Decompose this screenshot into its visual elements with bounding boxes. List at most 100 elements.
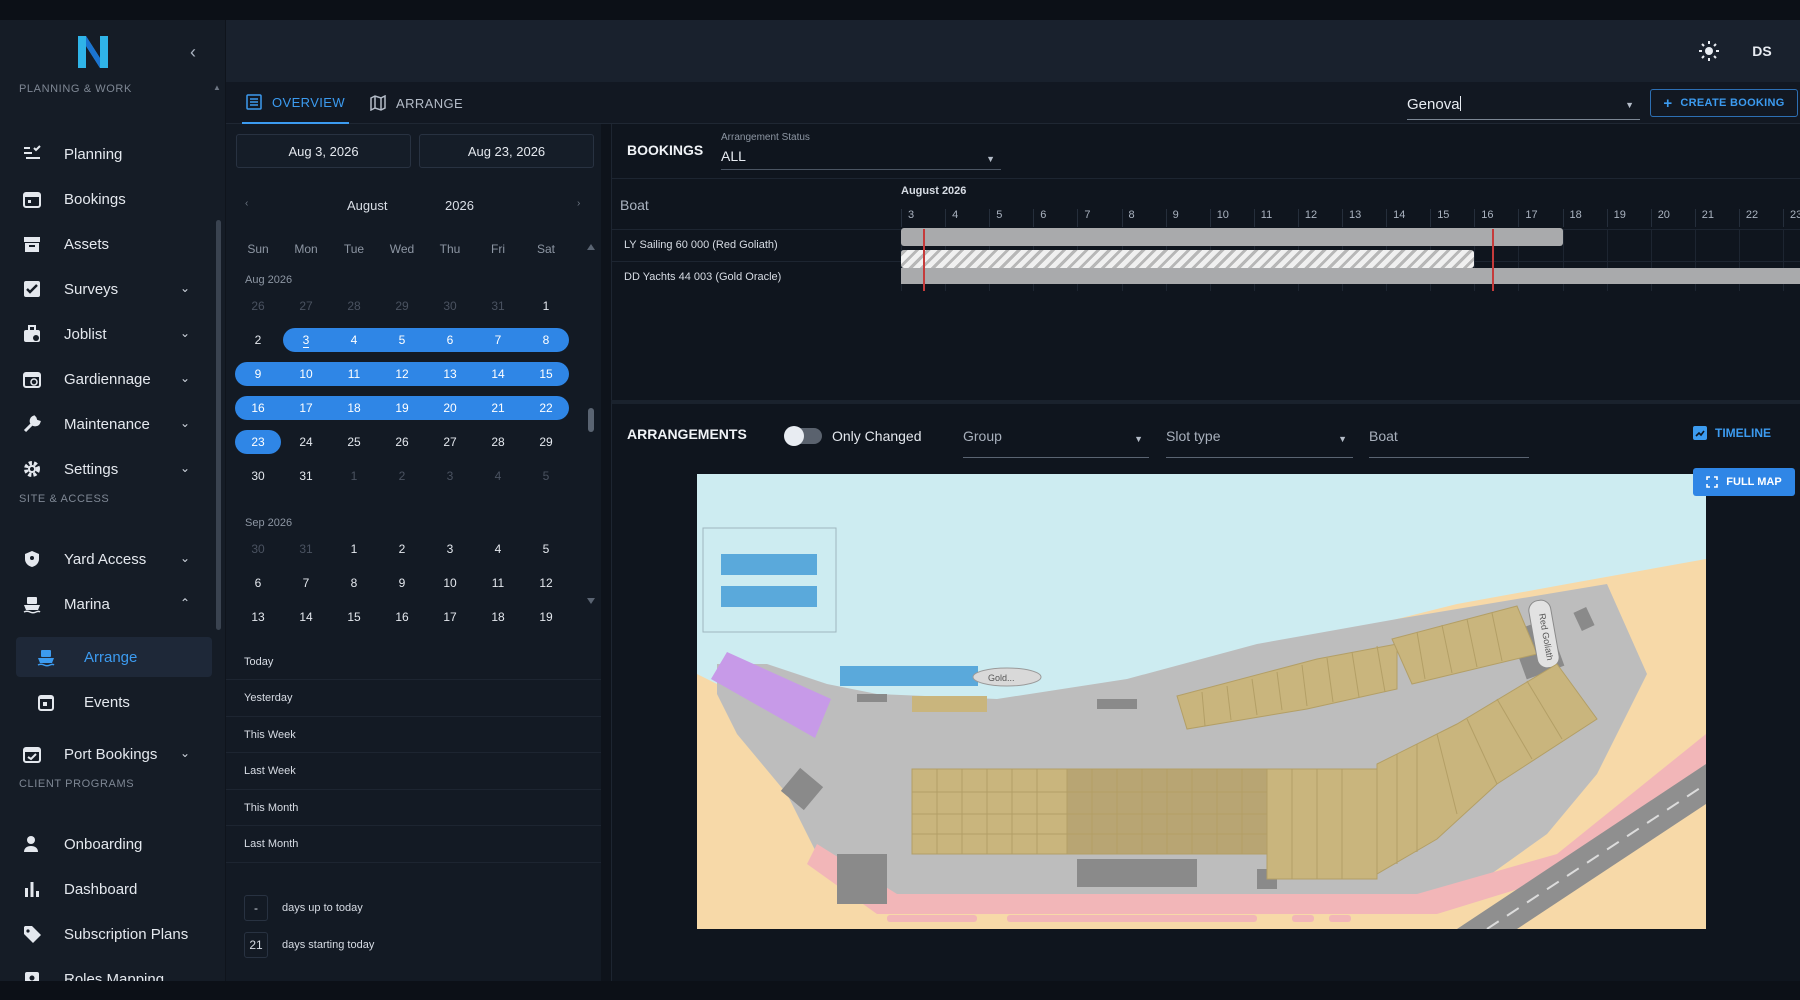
sidebar-item-joblist[interactable]: Joblist ⌄ [16,314,212,354]
calendar-day[interactable]: 10 [286,362,326,386]
calendar-day[interactable]: 14 [478,362,518,386]
sidebar-item-events[interactable]: Events [16,682,212,722]
calendar-day[interactable]: 19 [382,396,422,420]
calendar-day[interactable]: 17 [430,605,470,629]
calendar-day[interactable]: 27 [286,294,326,318]
calendar-day[interactable]: 26 [382,430,422,454]
sidebar-item-planning[interactable]: Planning [16,134,212,174]
sidebar-item-yard-access[interactable]: Yard Access ⌄ [16,539,212,579]
full-map-button[interactable]: FULL MAP [1693,468,1795,496]
calendar-day[interactable]: 27 [430,430,470,454]
calendar-day[interactable]: 4 [478,464,518,488]
calendar-day[interactable]: 20 [430,396,470,420]
calendar-day[interactable]: 29 [382,294,422,318]
sidebar-item-arrange[interactable]: Arrange [16,637,212,677]
calendar-day[interactable]: 13 [238,605,278,629]
sidebar-item-port-bookings[interactable]: Port Bookings ⌄ [16,734,212,774]
calendar-day[interactable]: 16 [238,396,278,420]
only-changed-toggle[interactable] [784,426,822,446]
calendar-day[interactable]: 2 [238,328,278,352]
sidebar-item-surveys[interactable]: Surveys ⌄ [16,269,212,309]
calendar-day[interactable]: 31 [286,464,326,488]
sidebar-item-subscription-plans[interactable]: Subscription Plans [16,914,212,954]
calendar-day[interactable]: 18 [478,605,518,629]
end-date-field[interactable]: Aug 23, 2026 [419,134,594,168]
calendar-day[interactable]: 12 [382,362,422,386]
sidebar-item-assets[interactable]: Assets [16,224,212,264]
quick-range-yesterday[interactable]: Yesterday [226,681,601,717]
theme-toggle-icon[interactable] [1699,41,1719,61]
calendar-day[interactable]: 6 [430,328,470,352]
days-start-input[interactable]: 21 [244,932,268,958]
calendar-day[interactable]: 3 [430,464,470,488]
calendar-day[interactable]: 22 [526,396,566,420]
group-select[interactable]: Group ▼ [963,428,1149,458]
calendar-day[interactable]: 7 [478,328,518,352]
arrangement-status-select[interactable]: ALL ▼ [721,148,1001,170]
calendar-day[interactable]: 1 [334,464,374,488]
calendar-day[interactable]: 14 [286,605,326,629]
create-booking-button[interactable]: + CREATE BOOKING [1650,89,1798,117]
sidebar-item-dashboard[interactable]: Dashboard [16,869,212,909]
calendar-day[interactable]: 13 [430,362,470,386]
calendar-day[interactable]: 3 [430,537,470,561]
calendar-day[interactable]: 5 [526,537,566,561]
month-label[interactable]: August [347,198,387,213]
calendar-day[interactable]: 31 [286,537,326,561]
calendar-day[interactable]: 1 [526,294,566,318]
calendar-day[interactable]: 30 [238,537,278,561]
calendar-day[interactable]: 15 [334,605,374,629]
booking-bar[interactable] [901,268,1800,284]
calendar-day[interactable]: 16 [382,605,422,629]
calendar-day[interactable]: 30 [430,294,470,318]
boat-filter-input[interactable]: Boat [1369,428,1529,458]
calendar-day[interactable]: 31 [478,294,518,318]
calendar-scrollbar[interactable] [587,240,595,610]
sidebar-item-maintenance[interactable]: Maintenance ⌄ [16,404,212,444]
calendar-day[interactable]: 28 [334,294,374,318]
calendar-day[interactable]: 3 [286,328,326,352]
calendar-day[interactable]: 28 [478,430,518,454]
sidebar-item-settings[interactable]: Settings ⌄ [16,449,212,489]
booking-bar[interactable] [901,228,1563,246]
calendar-day[interactable]: 1 [334,537,374,561]
avatar[interactable]: DS [1745,38,1779,64]
calendar-day[interactable]: 18 [334,396,374,420]
calendar-day[interactable]: 11 [478,571,518,595]
next-month-icon[interactable]: › [577,198,580,209]
calendar-day[interactable]: 5 [526,464,566,488]
quick-range-last-week[interactable]: Last Week [226,754,601,790]
start-date-field[interactable]: Aug 3, 2026 [236,134,411,168]
booking-bar[interactable] [901,250,1475,268]
collapse-sidebar-icon[interactable]: ‹ [190,42,196,63]
year-label[interactable]: 2026 [445,198,474,213]
sidebar-item-bookings[interactable]: Bookings [16,179,212,219]
sidebar-scrollbar[interactable] [216,220,221,630]
timeline-button[interactable]: TIMELINE [1693,426,1771,440]
tab-overview[interactable]: OVERVIEW [242,82,350,124]
calendar-day[interactable]: 2 [382,464,422,488]
location-select[interactable]: Genova ▼ [1407,92,1640,120]
calendar-day[interactable]: 24 [286,430,326,454]
calendar-day[interactable]: 4 [334,328,374,352]
calendar-day[interactable]: 8 [526,328,566,352]
calendar-day[interactable]: 9 [238,362,278,386]
calendar-day[interactable]: 17 [286,396,326,420]
quick-range-this-week[interactable]: This Week [226,717,601,753]
calendar-day[interactable]: 7 [286,571,326,595]
calendar-day[interactable]: 8 [334,571,374,595]
tab-arrange[interactable]: ARRANGE [370,82,463,124]
calendar-day[interactable]: 4 [478,537,518,561]
calendar-day[interactable]: 6 [238,571,278,595]
gold-boat-label[interactable]: Gold... [988,673,1015,683]
calendar-day[interactable]: 19 [526,605,566,629]
calendar-day[interactable]: 21 [478,396,518,420]
calendar-day[interactable]: 23 [238,430,278,454]
sidebar-item-gardiennage[interactable]: Gardiennage ⌄ [16,359,212,399]
quick-range-today[interactable]: Today [226,644,601,680]
quick-range-last-month[interactable]: Last Month [226,827,601,863]
days-up-input[interactable]: - [244,895,268,921]
prev-month-icon[interactable]: ‹ [245,198,248,209]
calendar-day[interactable]: 26 [238,294,278,318]
calendar-day[interactable]: 15 [526,362,566,386]
